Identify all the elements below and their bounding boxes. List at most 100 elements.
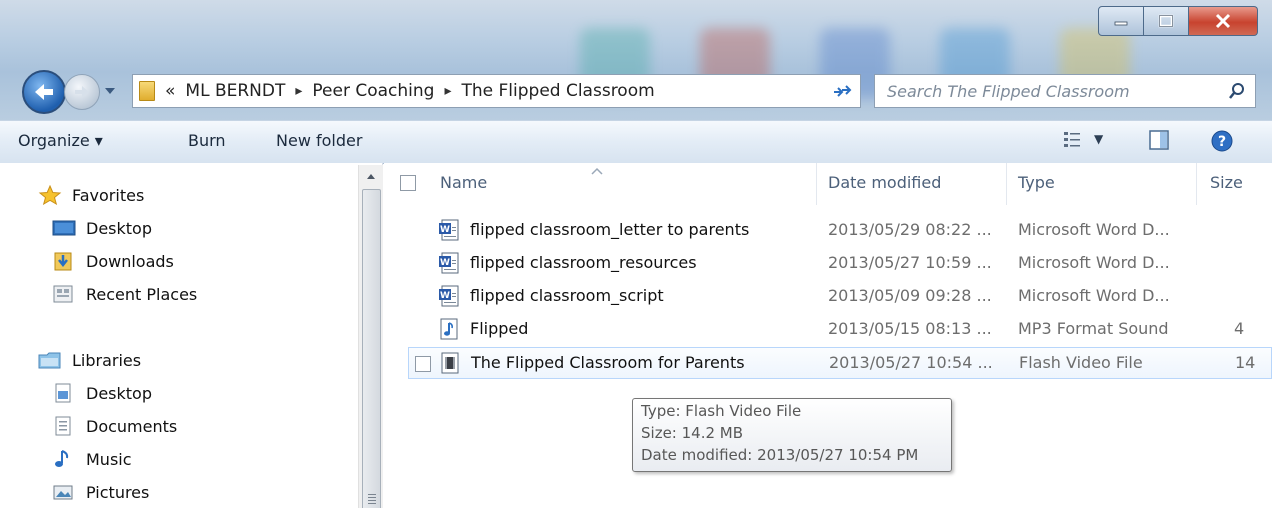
nav-libraries-label: Libraries xyxy=(72,350,142,370)
organize-button[interactable]: Organize ▾ xyxy=(18,131,103,150)
nav-libraries[interactable]: Libraries xyxy=(38,350,141,370)
column-header-type[interactable]: Type xyxy=(1018,173,1055,192)
file-date: 2013/05/27 10:54 ... xyxy=(829,353,993,372)
column-header-date[interactable]: Date modified xyxy=(828,173,941,192)
title-bar: « ML BERNDT ▸ Peer Coaching ▸ The Flippe… xyxy=(0,0,1272,120)
file-date: 2013/05/15 08:13 ... xyxy=(828,319,992,338)
help-icon: ? xyxy=(1211,130,1233,152)
svg-text:W: W xyxy=(440,291,450,301)
music-icon xyxy=(55,450,69,467)
minimize-icon xyxy=(1114,21,1128,26)
close-button[interactable] xyxy=(1189,6,1258,36)
file-name: flipped classroom_letter to parents xyxy=(470,220,750,239)
minimize-button[interactable] xyxy=(1098,6,1144,36)
scroll-up-button[interactable] xyxy=(359,165,383,187)
nav-item-library-desktop[interactable]: Desktop xyxy=(52,383,152,403)
folder-icon xyxy=(139,81,155,101)
nav-item-label: Documents xyxy=(86,416,178,436)
search-icon[interactable] xyxy=(1229,82,1245,100)
file-date: 2013/05/29 08:22 ... xyxy=(828,220,992,239)
nav-item-label: Pictures xyxy=(86,482,150,502)
forward-button[interactable] xyxy=(64,74,100,110)
audio-file-icon xyxy=(440,318,458,340)
file-row[interactable]: W flipped classroom_resources 2013/05/27… xyxy=(384,248,1272,280)
close-icon xyxy=(1215,13,1231,29)
downloads-icon xyxy=(54,252,72,271)
breadcrumb-flipped-classroom[interactable]: The Flipped Classroom xyxy=(461,81,654,101)
file-row[interactable]: Flipped 2013/05/15 08:13 ... MP3 Format … xyxy=(384,314,1272,346)
chevron-up-icon xyxy=(367,174,375,179)
burn-button[interactable]: Burn xyxy=(188,131,226,150)
change-view-button[interactable]: ▼ xyxy=(1062,129,1103,149)
column-divider[interactable] xyxy=(1196,163,1197,205)
file-date: 2013/05/09 09:28 ... xyxy=(828,286,992,305)
recent-places-icon xyxy=(53,285,73,303)
select-all-checkbox[interactable] xyxy=(400,175,416,191)
file-row[interactable]: The Flipped Classroom for Parents 2013/0… xyxy=(408,347,1272,379)
tooltip-date: Date modified: 2013/05/27 10:54 PM xyxy=(641,446,919,464)
nav-item-label: Desktop xyxy=(86,383,152,403)
nav-item-documents[interactable]: Documents xyxy=(52,416,177,436)
breadcrumb-ml-berndt[interactable]: ML BERNDT xyxy=(185,81,285,101)
maximize-button[interactable] xyxy=(1144,6,1189,36)
nav-item-downloads[interactable]: Downloads xyxy=(52,251,174,271)
nav-item-recent-places[interactable]: Recent Places xyxy=(52,284,197,304)
word-doc-icon: W xyxy=(439,252,459,274)
file-size: 14 xyxy=(1235,353,1256,372)
column-header-size[interactable]: Size xyxy=(1210,173,1243,192)
file-type: Microsoft Word D... xyxy=(1018,253,1170,272)
view-details-icon xyxy=(1064,132,1080,147)
chevron-down-icon: ▼ xyxy=(1094,132,1104,146)
new-folder-button[interactable]: New folder xyxy=(276,131,362,150)
nav-item-desktop[interactable]: Desktop xyxy=(52,218,152,238)
nav-item-label: Recent Places xyxy=(86,284,198,304)
preview-pane-button[interactable] xyxy=(1148,129,1170,155)
help-button[interactable]: ? xyxy=(1210,129,1234,157)
scroll-thumb[interactable] xyxy=(362,189,381,508)
nav-item-pictures[interactable]: Pictures xyxy=(52,482,149,502)
column-header-name[interactable]: Name xyxy=(440,173,487,192)
nav-scrollbar[interactable] xyxy=(358,165,383,508)
arrow-right-icon xyxy=(75,86,89,98)
breadcrumb-peer-coaching[interactable]: Peer Coaching xyxy=(312,81,434,101)
breadcrumb-overflow[interactable]: « xyxy=(165,81,175,101)
video-file-icon xyxy=(441,352,459,374)
desktop-icon xyxy=(52,220,76,236)
file-row[interactable]: W flipped classroom_letter to parents 20… xyxy=(384,215,1272,247)
pictures-icon xyxy=(53,485,73,500)
explorer-window: « ML BERNDT ▸ Peer Coaching ▸ The Flippe… xyxy=(0,0,1272,508)
tooltip-size: Size: 14.2 MB xyxy=(641,424,744,442)
back-button[interactable] xyxy=(22,70,66,114)
breadcrumb-separator[interactable]: ▸ xyxy=(295,83,302,99)
file-row[interactable]: W flipped classroom_script 2013/05/09 09… xyxy=(384,281,1272,313)
navigation-pane: Favorites Desktop Downloads Recent Place… xyxy=(0,163,383,508)
word-doc-icon: W xyxy=(439,219,459,241)
file-name: flipped classroom_resources xyxy=(470,253,697,272)
row-checkbox[interactable] xyxy=(415,356,431,372)
column-divider[interactable] xyxy=(816,163,817,205)
documents-icon xyxy=(55,416,71,436)
recent-pages-dropdown[interactable] xyxy=(104,86,116,96)
tooltip-type: Type: Flash Video File xyxy=(641,402,802,420)
svg-text:W: W xyxy=(440,258,450,268)
nav-item-label: Downloads xyxy=(86,251,174,271)
search-input[interactable]: Search The Flipped Classroom xyxy=(874,74,1256,108)
file-type: MP3 Format Sound xyxy=(1018,319,1169,338)
maximize-icon xyxy=(1158,14,1174,28)
libraries-icon xyxy=(38,352,61,369)
file-type: Microsoft Word D... xyxy=(1018,286,1170,305)
command-bar: Organize ▾ Burn New folder ▼ ? xyxy=(0,120,1272,164)
nav-favorites[interactable]: Favorites xyxy=(38,185,144,205)
column-divider[interactable] xyxy=(1006,163,1007,205)
file-type: Microsoft Word D... xyxy=(1018,220,1170,239)
document-library-icon xyxy=(55,383,71,403)
file-size: 4 xyxy=(1234,319,1245,338)
address-bar[interactable]: « ML BERNDT ▸ Peer Coaching ▸ The Flippe… xyxy=(132,74,860,108)
refresh-button[interactable] xyxy=(824,74,861,108)
file-name: The Flipped Classroom for Parents xyxy=(471,353,745,372)
file-name: flipped classroom_script xyxy=(470,286,664,305)
file-tooltip: Type: Flash Video File Size: 14.2 MB Dat… xyxy=(632,398,952,472)
breadcrumb-separator[interactable]: ▸ xyxy=(444,83,451,99)
nav-item-music[interactable]: Music xyxy=(52,449,132,469)
caption-buttons xyxy=(1098,6,1258,36)
